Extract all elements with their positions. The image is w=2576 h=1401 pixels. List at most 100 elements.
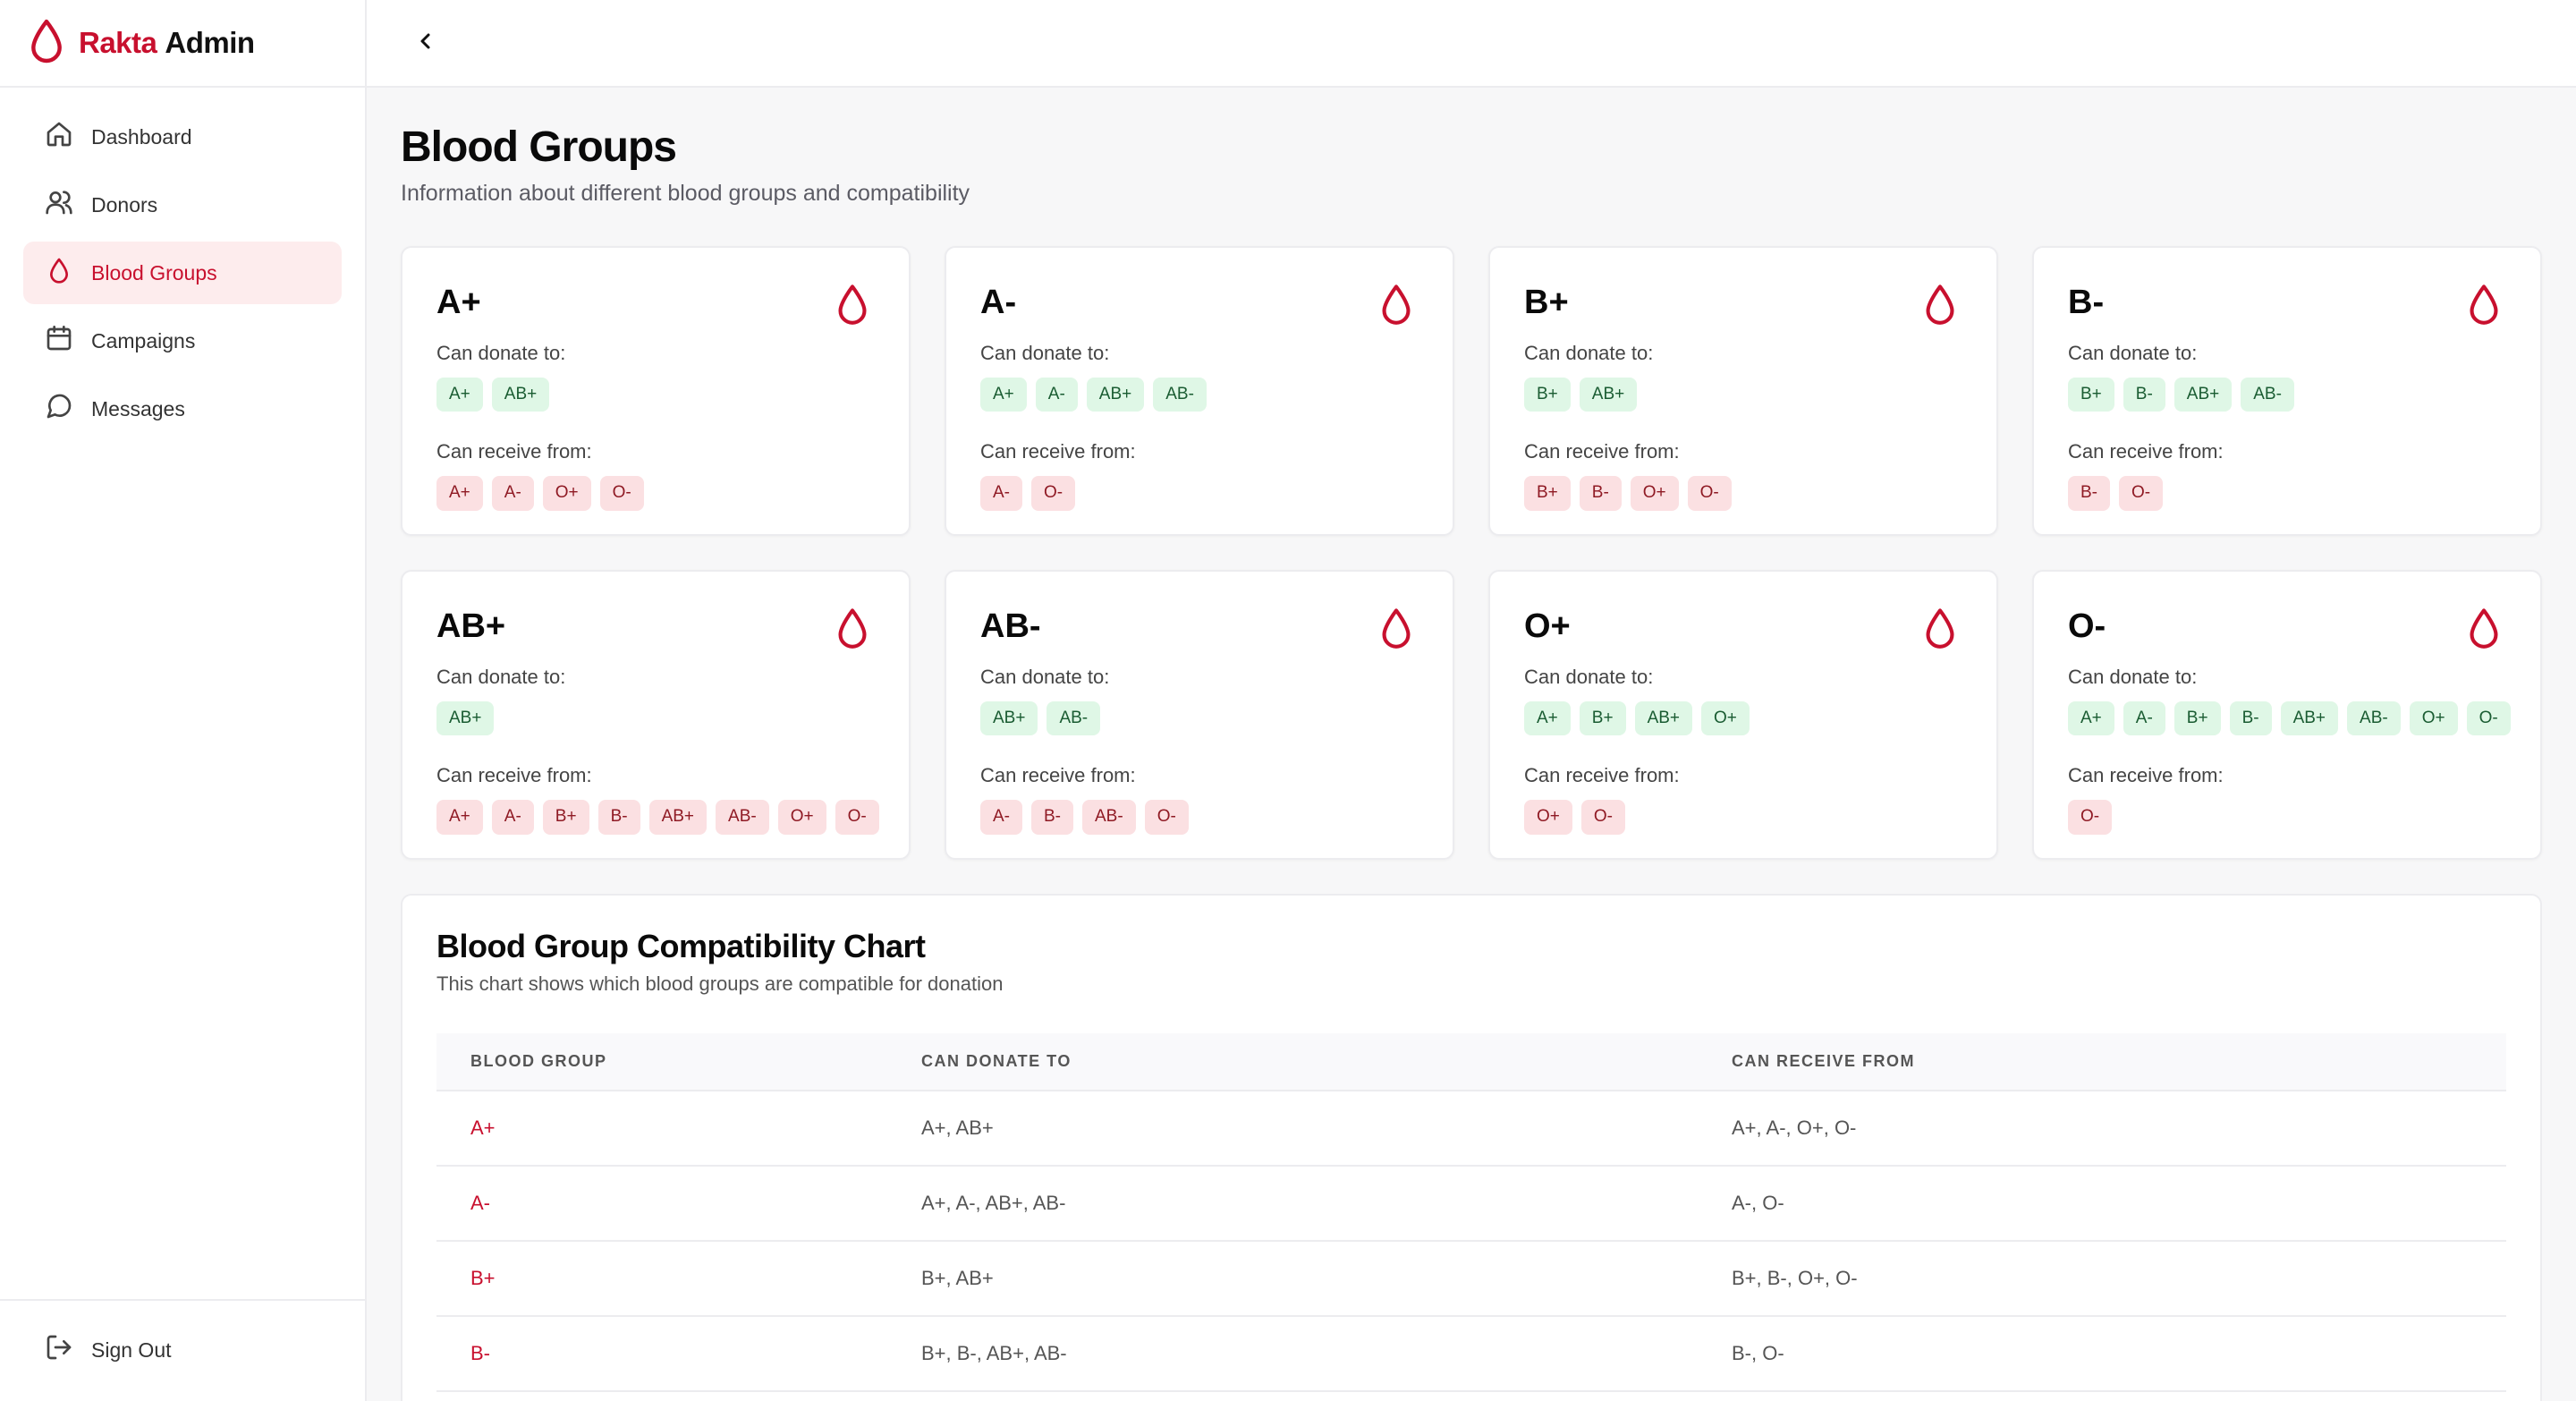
sidebar-item-label: Campaigns bbox=[91, 328, 196, 352]
donate-badge: B+ bbox=[1524, 377, 1571, 412]
donate-badge: AB+ bbox=[980, 700, 1038, 736]
receive-badge-list: O+ O- bbox=[1524, 800, 1962, 835]
sidebar-item-label: Messages bbox=[91, 396, 185, 420]
users-icon bbox=[45, 188, 91, 222]
donate-badge-list: A+ A- AB+ AB- bbox=[980, 377, 1419, 412]
receive-badge: AB- bbox=[716, 800, 769, 835]
sidebar-item-messages[interactable]: Messages bbox=[23, 378, 342, 440]
blood-drop-icon bbox=[1923, 607, 1957, 650]
blood-group-card: A+ Can donate to: A+ AB+ Can receive from: A+… bbox=[401, 245, 911, 536]
receive-badge: O+ bbox=[777, 800, 826, 835]
blood-drop-icon bbox=[835, 607, 869, 650]
donate-badge-list: AB+ AB- bbox=[980, 700, 1419, 736]
donate-badge: A+ bbox=[980, 377, 1027, 412]
blood-group-name: B+ bbox=[1524, 283, 1569, 321]
blood-drop-icon bbox=[27, 18, 79, 69]
blood-group-name: O+ bbox=[1524, 607, 1571, 645]
sidebar-item-label: Donors bbox=[91, 192, 158, 217]
receive-badge: O- bbox=[2068, 800, 2113, 835]
donate-badge: O+ bbox=[2409, 700, 2458, 736]
can-receive-label: Can receive from: bbox=[1524, 764, 1680, 787]
sidebar-footer: Sign Out bbox=[0, 1299, 365, 1401]
back-button[interactable] bbox=[406, 23, 445, 63]
blood-group-card: AB+ Can donate to: AB+ Can receive from: A+ A… bbox=[401, 569, 911, 860]
receive-badge: O- bbox=[1580, 800, 1625, 835]
can-donate-label: Can donate to: bbox=[2068, 341, 2198, 364]
logout-icon bbox=[45, 1333, 91, 1367]
home-icon bbox=[45, 120, 91, 154]
receive-badge: O- bbox=[599, 476, 644, 511]
donate-badge: AB+ bbox=[491, 377, 550, 412]
receive-badge: O- bbox=[1031, 476, 1076, 511]
sign-out-button[interactable]: Sign Out bbox=[23, 1319, 342, 1381]
donate-badge-list: B+ B- AB+ AB- bbox=[2068, 377, 2506, 412]
row-can-receive-from: A+, A-, O+, O- bbox=[1698, 1090, 2506, 1167]
brand-name: Rakta Admin bbox=[79, 26, 255, 60]
blood-drop-icon bbox=[1923, 284, 1957, 327]
donate-badge: AB+ bbox=[2280, 700, 2339, 736]
blood-group-name: A+ bbox=[436, 283, 481, 321]
chevron-left-icon bbox=[415, 30, 436, 56]
donate-badge: B+ bbox=[2068, 377, 2114, 412]
donate-badge-list: B+ AB+ bbox=[1524, 377, 1962, 412]
row-can-receive-from: B-, O- bbox=[1698, 1315, 2506, 1392]
row-blood-group: B+ bbox=[436, 1240, 887, 1317]
donate-badge: O- bbox=[2466, 700, 2511, 736]
row-can-donate-to: B+, B-, AB+, AB- bbox=[887, 1315, 1698, 1392]
receive-badge: O- bbox=[1687, 476, 1732, 511]
receive-badge: AB+ bbox=[648, 800, 708, 835]
receive-badge: A+ bbox=[436, 800, 483, 835]
blood-drop-icon bbox=[835, 284, 869, 327]
receive-badge: A- bbox=[491, 800, 534, 835]
receive-badge-list: A+ A- O+ O- bbox=[436, 476, 875, 511]
blood-group-grid: A+ Can donate to: A+ AB+ Can receive from: A+… bbox=[401, 245, 2542, 860]
donate-badge-list: AB+ bbox=[436, 700, 875, 736]
can-donate-label: Can donate to: bbox=[980, 341, 1110, 364]
compatibility-table: BLOOD GROUP CAN DONATE TO CAN RECEIVE FR… bbox=[436, 1032, 2506, 1392]
receive-badge: A+ bbox=[436, 476, 483, 511]
sidebar-item-campaigns[interactable]: Campaigns bbox=[23, 310, 342, 372]
brand-name-rest: Admin bbox=[165, 26, 255, 59]
can-receive-label: Can receive from: bbox=[436, 764, 592, 787]
blood-group-name: B- bbox=[2068, 283, 2105, 321]
blood-drop-icon bbox=[1379, 607, 1413, 650]
donate-badge: A+ bbox=[1524, 700, 1571, 736]
can-receive-label: Can receive from: bbox=[436, 440, 592, 463]
donate-badge: AB- bbox=[2347, 700, 2401, 736]
brand[interactable]: Rakta Admin bbox=[0, 0, 365, 88]
donate-badge-list: A+ AB+ bbox=[436, 377, 875, 412]
sidebar-item-dashboard[interactable]: Dashboard bbox=[23, 106, 342, 168]
receive-badge: O+ bbox=[542, 476, 591, 511]
column-header-can-receive-from: CAN RECEIVE FROM bbox=[1698, 1032, 2506, 1091]
receive-badge-list: B- O- bbox=[2068, 476, 2506, 511]
row-can-donate-to: A+, A-, AB+, AB- bbox=[887, 1165, 1698, 1242]
receive-badge: B- bbox=[597, 800, 640, 835]
row-can-donate-to: B+, AB+ bbox=[887, 1240, 1698, 1317]
can-receive-label: Can receive from: bbox=[2068, 440, 2224, 463]
row-blood-group: B- bbox=[436, 1315, 887, 1392]
compatibility-chart-card: Blood Group Compatibility Chart This cha… bbox=[401, 893, 2542, 1401]
donate-badge: A- bbox=[2123, 700, 2165, 736]
can-donate-label: Can donate to: bbox=[436, 665, 566, 688]
sidebar-item-donors[interactable]: Donors bbox=[23, 174, 342, 236]
donate-badge: B- bbox=[2229, 700, 2272, 736]
row-blood-group: A- bbox=[436, 1165, 887, 1242]
receive-badge: O+ bbox=[1524, 800, 1572, 835]
blood-group-card: O+ Can donate to: A+ B+ AB+ O+ Can receive fro… bbox=[1488, 569, 1998, 860]
receive-badge: O- bbox=[2119, 476, 2164, 511]
sidebar-item-blood-groups[interactable]: Blood Groups bbox=[23, 242, 342, 304]
blood-drop-icon bbox=[2467, 284, 2501, 327]
can-receive-label: Can receive from: bbox=[980, 764, 1136, 787]
can-receive-label: Can receive from: bbox=[1524, 440, 1680, 463]
receive-badge-list: A+ A- B+ B- AB+ AB- O+ O- bbox=[436, 800, 879, 835]
donate-badge: AB- bbox=[1153, 377, 1207, 412]
donate-badge: AB+ bbox=[1086, 377, 1145, 412]
can-donate-label: Can donate to: bbox=[1524, 665, 1654, 688]
donate-badge: A+ bbox=[436, 377, 483, 412]
receive-badge: O- bbox=[835, 800, 879, 835]
receive-badge: B- bbox=[2068, 476, 2110, 511]
receive-badge: AB- bbox=[1082, 800, 1136, 835]
blood-drop-icon bbox=[1379, 284, 1413, 327]
receive-badge: B+ bbox=[542, 800, 589, 835]
donate-badge: B+ bbox=[1579, 700, 1626, 736]
